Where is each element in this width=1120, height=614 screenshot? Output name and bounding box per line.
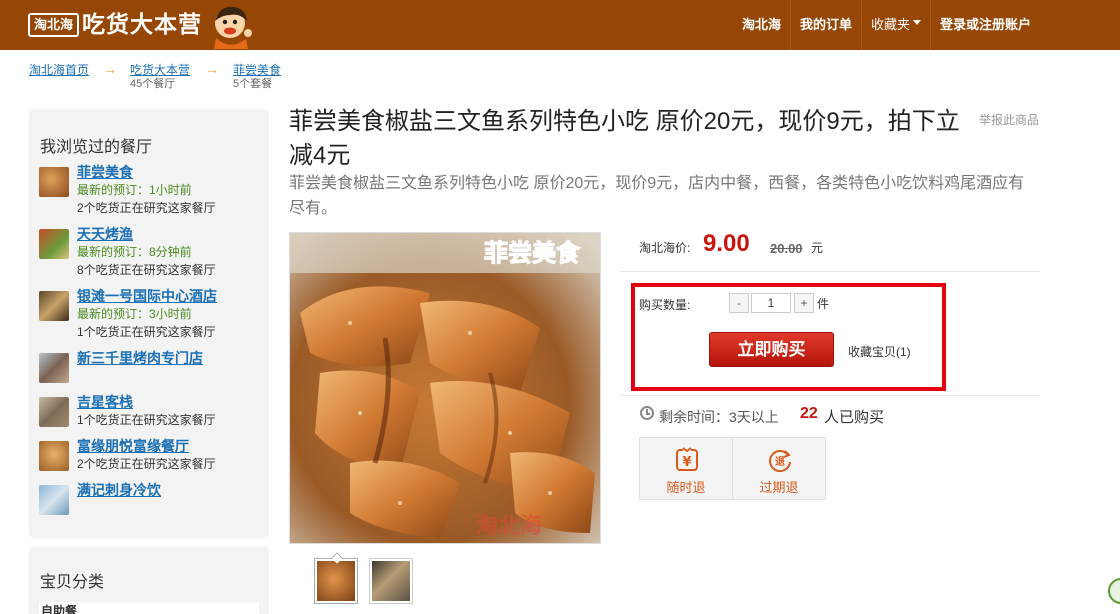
report-link[interactable]: 举报此商品 [979, 111, 1039, 128]
feedback-icon[interactable] [1108, 578, 1120, 604]
browsed-restaurants-panel: 我浏览过的餐厅 菲尝美食 最新的预订：1小时前 2个吃货正在研究这家餐厅 天天烤… [29, 109, 269, 538]
quantity-input[interactable] [751, 293, 791, 313]
panel-title: 宝贝分类 [40, 574, 105, 591]
restaurant-thumbnail[interactable] [39, 167, 69, 197]
restaurant-thumbnail[interactable] [39, 441, 69, 471]
bought-count: 22 [800, 405, 818, 422]
thumbnail-2[interactable] [369, 558, 413, 604]
restaurant-link[interactable]: 吉星客栈 [77, 393, 133, 411]
quantity-increment-button[interactable]: + [794, 293, 814, 313]
nav-login-register[interactable]: 登录或注册账户 [929, 0, 1040, 50]
quantity-label: 购买数量: [639, 298, 691, 312]
guarantee-label: 随时退 [666, 480, 706, 495]
restaurant-link[interactable]: 天天烤渔 [77, 225, 133, 243]
bought-label: 人已购买 [824, 409, 885, 426]
top-nav: 淘北海 我的订单 收藏夹 登录或注册账户 [733, 0, 1040, 50]
restaurant-thumbnail[interactable] [39, 229, 69, 259]
breadcrumb-link-channel[interactable]: 吃货大本营 [130, 62, 190, 78]
restaurant-link[interactable]: 新三千里烤肉专门店 [77, 349, 203, 367]
breadcrumb-count: 5个套餐 [233, 78, 273, 90]
fried-salmon-photo: 菲尝美食 淘北海 [290, 233, 600, 543]
price-unit: 元 [811, 241, 824, 255]
product-main-image[interactable]: 菲尝美食 淘北海 [289, 232, 601, 544]
nav-favorites-label: 收藏夹 [870, 17, 910, 32]
mascot-icon [214, 6, 252, 49]
category-item[interactable]: 自助餐 [39, 602, 259, 614]
svg-text:¥: ¥ [682, 455, 691, 470]
arrow-right-icon: → [205, 61, 219, 77]
viewer-count: 2个吃货正在研究这家餐厅 [77, 201, 216, 215]
thumbnail-image [372, 561, 410, 601]
list-item: 满记刺身冷饮 [39, 481, 264, 515]
product-description: 菲尝美食椒盐三文鱼系列特色小吃 原价20元，现价9元，店内中餐，西餐，各类特色小… [289, 175, 1025, 217]
list-item: 吉星客栈 1个吃货正在研究这家餐厅 [39, 393, 264, 433]
panel-title: 我浏览过的餐厅 [40, 139, 153, 156]
latest-booking: 最新的预订：8分钟前 [77, 245, 192, 259]
svg-text:退: 退 [775, 456, 785, 468]
image-watermark: 淘北海 [476, 513, 542, 539]
restaurant-thumbnail[interactable] [39, 485, 69, 515]
remaining-time: 剩余时间：3天以上 [659, 409, 779, 425]
breadcrumb-link-home[interactable]: 淘北海首页 [29, 62, 89, 78]
restaurant-thumbnail[interactable] [39, 291, 69, 321]
thumbnail-1[interactable] [314, 552, 358, 604]
arrow-right-icon: → [103, 61, 117, 77]
list-item: 银滩一号国际中心酒店 最新的预订：3小时前 1个吃货正在研究这家餐厅 [39, 287, 264, 343]
add-to-favorites-link[interactable]: 收藏宝贝(1) [848, 343, 911, 360]
channel-logo-text[interactable]: 吃货大本营 [82, 7, 202, 41]
image-caption: 菲尝美食 [484, 239, 581, 267]
restaurant-link[interactable]: 菲尝美食 [77, 163, 133, 181]
quantity-unit: 件 [817, 297, 830, 311]
list-item: 富缘朋悦富缘餐厅 2个吃货正在研究这家餐厅 [39, 437, 264, 477]
breadcrumb-item: 菲尝美食 5个套餐 [233, 62, 281, 91]
restaurant-thumbnail[interactable] [39, 353, 69, 383]
divider [620, 395, 1040, 396]
nav-favorites[interactable]: 收藏夹 [860, 0, 930, 50]
list-item: 菲尝美食 最新的预订：1小时前 2个吃货正在研究这家餐厅 [39, 163, 264, 219]
product-title: 菲尝美食椒盐三文鱼系列特色小吃 原价20元，现价9元，拍下立减4元 [289, 108, 960, 169]
guarantee-refund-anytime[interactable]: ¥ 随时退 [639, 437, 733, 500]
list-item: 天天烤渔 最新的预订：8分钟前 8个吃货正在研究这家餐厅 [39, 225, 264, 281]
viewer-count: 8个吃货正在研究这家餐厅 [77, 263, 216, 277]
site-logo[interactable]: 淘北海 [28, 13, 80, 37]
nav-my-orders[interactable]: 我的订单 [789, 0, 861, 50]
breadcrumb-link-shop[interactable]: 菲尝美食 [233, 62, 281, 78]
breadcrumb-count: 45个餐厅 [130, 78, 176, 90]
list-item: 新三千里烤肉专门店 [39, 349, 264, 385]
buy-now-button[interactable]: 立即购买 [709, 332, 834, 367]
latest-booking: 最新的预订：1小时前 [77, 183, 192, 197]
clock-icon [640, 406, 654, 420]
divider [620, 271, 1040, 272]
thumbnail-image [317, 561, 355, 601]
viewer-count: 1个吃货正在研究这家餐厅 [77, 325, 216, 339]
guarantee-refund-expired[interactable]: 退 过期退 [732, 437, 826, 500]
refund-icon: 退 [769, 450, 791, 473]
restaurant-link[interactable]: 富缘朋悦富缘餐厅 [77, 437, 189, 455]
restaurant-link[interactable]: 银滩一号国际中心酒店 [77, 287, 217, 305]
chevron-down-icon [912, 20, 921, 26]
restaurant-thumbnail[interactable] [39, 397, 69, 427]
latest-booking: 最新的预订：3小时前 [77, 307, 192, 321]
nav-home[interactable]: 淘北海 [733, 0, 790, 50]
original-price: 20.00 [770, 241, 803, 256]
guarantee-label: 过期退 [759, 480, 799, 495]
restaurant-link[interactable]: 满记刺身冷饮 [77, 481, 161, 499]
viewer-count: 2个吃货正在研究这家餐厅 [77, 457, 216, 471]
breadcrumb-item: 吃货大本营 45个餐厅 [130, 62, 190, 91]
breadcrumb-item: 淘北海首页 [29, 62, 89, 78]
quantity-decrement-button[interactable]: - [729, 293, 749, 313]
top-nav-bar: 淘北海 吃货大本营 淘北海 我的订单 收藏夹 登录或注册账户 [0, 0, 1120, 50]
yen-return-icon: ¥ [676, 447, 698, 471]
category-panel: 宝贝分类 自助餐 [29, 546, 269, 614]
price-label: 淘北海价: [639, 241, 691, 255]
viewer-count: 1个吃货正在研究这家餐厅 [77, 413, 216, 427]
current-price: 9.00 [703, 230, 750, 257]
